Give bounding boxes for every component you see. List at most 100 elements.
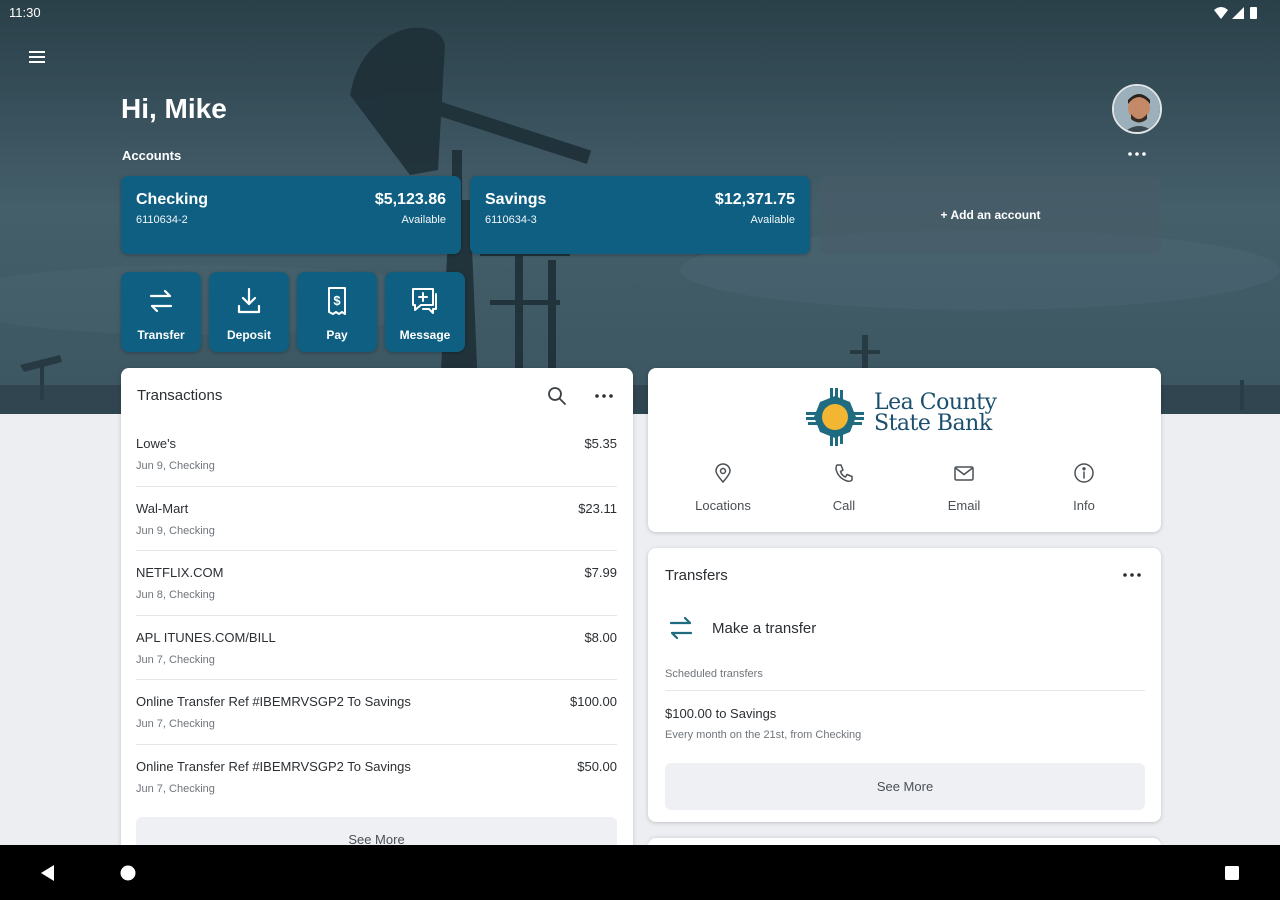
- transaction-row[interactable]: Lowe's $5.35 Jun 9, Checking: [136, 422, 617, 487]
- back-triangle-icon: [41, 865, 54, 881]
- search-icon: [548, 387, 566, 405]
- action-label: Deposit: [226, 328, 271, 342]
- home-button[interactable]: [117, 862, 139, 884]
- profile-avatar[interactable]: [1112, 84, 1162, 134]
- call-button[interactable]: Call: [789, 462, 899, 518]
- status-time: 11:30: [9, 5, 41, 20]
- contact-label: Info: [1073, 498, 1095, 513]
- bank-logo-text: Lea County State Bank: [874, 390, 997, 436]
- accounts-label: Accounts: [122, 148, 182, 163]
- transactions-title: Transactions: [137, 387, 223, 404]
- email-button[interactable]: Email: [909, 462, 1019, 518]
- action-label: Message: [399, 328, 451, 342]
- phone-icon: [835, 464, 853, 483]
- transactions-list: Lowe's $5.35 Jun 9, Checking Wal-Mart $2…: [136, 422, 617, 809]
- transaction-amount: $8.00: [584, 629, 617, 645]
- transaction-row[interactable]: APL ITUNES.COM/BILL $8.00 Jun 7, Checkin…: [136, 616, 617, 680]
- contact-label: Email: [947, 498, 981, 513]
- bank-logo: Lea County State Bank: [804, 386, 1008, 448]
- transaction-amount: $7.99: [584, 565, 617, 580]
- status-icons: [1214, 7, 1257, 19]
- location-pin-icon: [715, 463, 731, 484]
- transaction-subtitle: Jun 7, Checking: [136, 718, 215, 730]
- add-account-button[interactable]: + Add an account: [820, 176, 1161, 254]
- transaction-amount: $5.35: [584, 436, 617, 451]
- scheduled-transfer-title: $100.00 to Savings: [665, 706, 777, 721]
- contact-label: Locations: [695, 498, 751, 513]
- scheduled-transfer-detail: Every month on the 21st, from Checking: [665, 729, 862, 741]
- home-circle-icon: [120, 865, 136, 881]
- transfers-card: Transfers Make a transfer Scheduled tran…: [648, 548, 1161, 822]
- make-transfer-button[interactable]: Make a transfer: [665, 608, 965, 648]
- hamburger-icon: [29, 51, 45, 63]
- more-dots-icon: [1123, 573, 1141, 577]
- message-icon: [412, 288, 437, 314]
- transaction-subtitle: Jun 7, Checking: [136, 782, 215, 795]
- transfer-icon: [149, 289, 173, 313]
- account-number: 6110634-3: [485, 214, 537, 226]
- transfer-icon: [669, 616, 693, 640]
- transaction-subtitle: Jun 9, Checking: [136, 460, 215, 472]
- transaction-row[interactable]: Online Transfer Ref #IBEMRVSGP2 To Savin…: [136, 680, 617, 745]
- pay-action-button[interactable]: $ Pay: [297, 272, 377, 352]
- recents-square-icon: [1225, 866, 1239, 880]
- greeting-title: Hi, Mike: [121, 93, 227, 124]
- transfer-action-button[interactable]: Transfer: [121, 272, 201, 352]
- scheduled-transfer-item[interactable]: $100.00 to Savings Every month on the 21…: [665, 700, 1145, 746]
- transactions-card: Transactions Lowe's $5.35 Jun 9, Checkin…: [121, 368, 633, 868]
- wifi-icon: [1214, 7, 1228, 19]
- email-icon: [954, 466, 974, 481]
- transaction-amount: $23.11: [578, 500, 617, 516]
- account-balance: $5,123.86: [374, 191, 446, 208]
- recents-button[interactable]: [1221, 862, 1243, 884]
- back-button[interactable]: [37, 862, 59, 884]
- transaction-merchant: Online Transfer Ref #IBEMRVSGP2 To Savin…: [136, 758, 411, 774]
- transaction-amount: $50.00: [577, 758, 617, 774]
- deposit-action-button[interactable]: Deposit: [209, 272, 289, 352]
- contact-label: Call: [832, 498, 856, 513]
- transactions-search-button[interactable]: [545, 384, 569, 408]
- transactions-more-button[interactable]: [591, 384, 617, 408]
- more-dots-icon: [1128, 152, 1146, 156]
- divider: [665, 690, 1145, 691]
- transaction-merchant: APL ITUNES.COM/BILL: [136, 629, 276, 645]
- signal-icon: [1232, 7, 1244, 19]
- make-transfer-label: Make a transfer: [712, 620, 817, 637]
- scheduled-transfers-label: Scheduled transfers: [665, 668, 763, 680]
- transaction-row[interactable]: Wal-Mart $23.11 Jun 9, Checking: [136, 487, 617, 551]
- account-card-savings[interactable]: Savings 6110634-3 $12,371.75 Available: [470, 176, 810, 254]
- transfers-more-button[interactable]: [1119, 563, 1145, 587]
- transaction-merchant: Online Transfer Ref #IBEMRVSGP2 To Savin…: [136, 694, 411, 709]
- transfers-title: Transfers: [665, 567, 728, 584]
- deposit-icon: [237, 287, 261, 314]
- account-name: Checking: [136, 191, 209, 208]
- account-card-checking[interactable]: Checking 6110634-2 $5,123.86 Available: [121, 176, 461, 254]
- account-number: 6110634-2: [136, 214, 188, 226]
- transaction-subtitle: Jun 8, Checking: [136, 589, 215, 601]
- balance-label: Available: [750, 214, 795, 226]
- bank-logo-line1: Lea County: [874, 390, 997, 415]
- more-dots-icon: [595, 394, 613, 398]
- battery-icon: [1250, 7, 1257, 19]
- accounts-more-button[interactable]: [1124, 144, 1150, 164]
- balance-label: Available: [401, 214, 446, 226]
- menu-button[interactable]: [24, 45, 50, 69]
- info-button[interactable]: Info: [1029, 462, 1139, 518]
- transaction-row[interactable]: Online Transfer Ref #IBEMRVSGP2 To Savin…: [136, 745, 617, 810]
- action-label: Transfer: [137, 328, 185, 342]
- pay-icon: $: [328, 287, 346, 315]
- account-name: Savings: [485, 191, 547, 208]
- svg-text:$: $: [333, 293, 341, 308]
- transaction-row[interactable]: NETFLIX.COM $7.99 Jun 8, Checking: [136, 551, 617, 616]
- transaction-amount: $100.00: [570, 694, 617, 709]
- bank-logo-line2: State Bank: [874, 411, 992, 436]
- transaction-merchant: Lowe's: [136, 436, 177, 451]
- zia-sun-logo-icon: [806, 388, 864, 446]
- account-balance: $12,371.75: [714, 191, 795, 208]
- message-action-button[interactable]: Message: [385, 272, 465, 352]
- bank-info-card: Lea County State Bank Locations Call Ema…: [648, 368, 1161, 532]
- action-label: Pay: [326, 328, 348, 342]
- transfers-see-more-button[interactable]: See More: [665, 763, 1145, 810]
- info-icon: [1074, 463, 1094, 483]
- locations-button[interactable]: Locations: [668, 462, 778, 518]
